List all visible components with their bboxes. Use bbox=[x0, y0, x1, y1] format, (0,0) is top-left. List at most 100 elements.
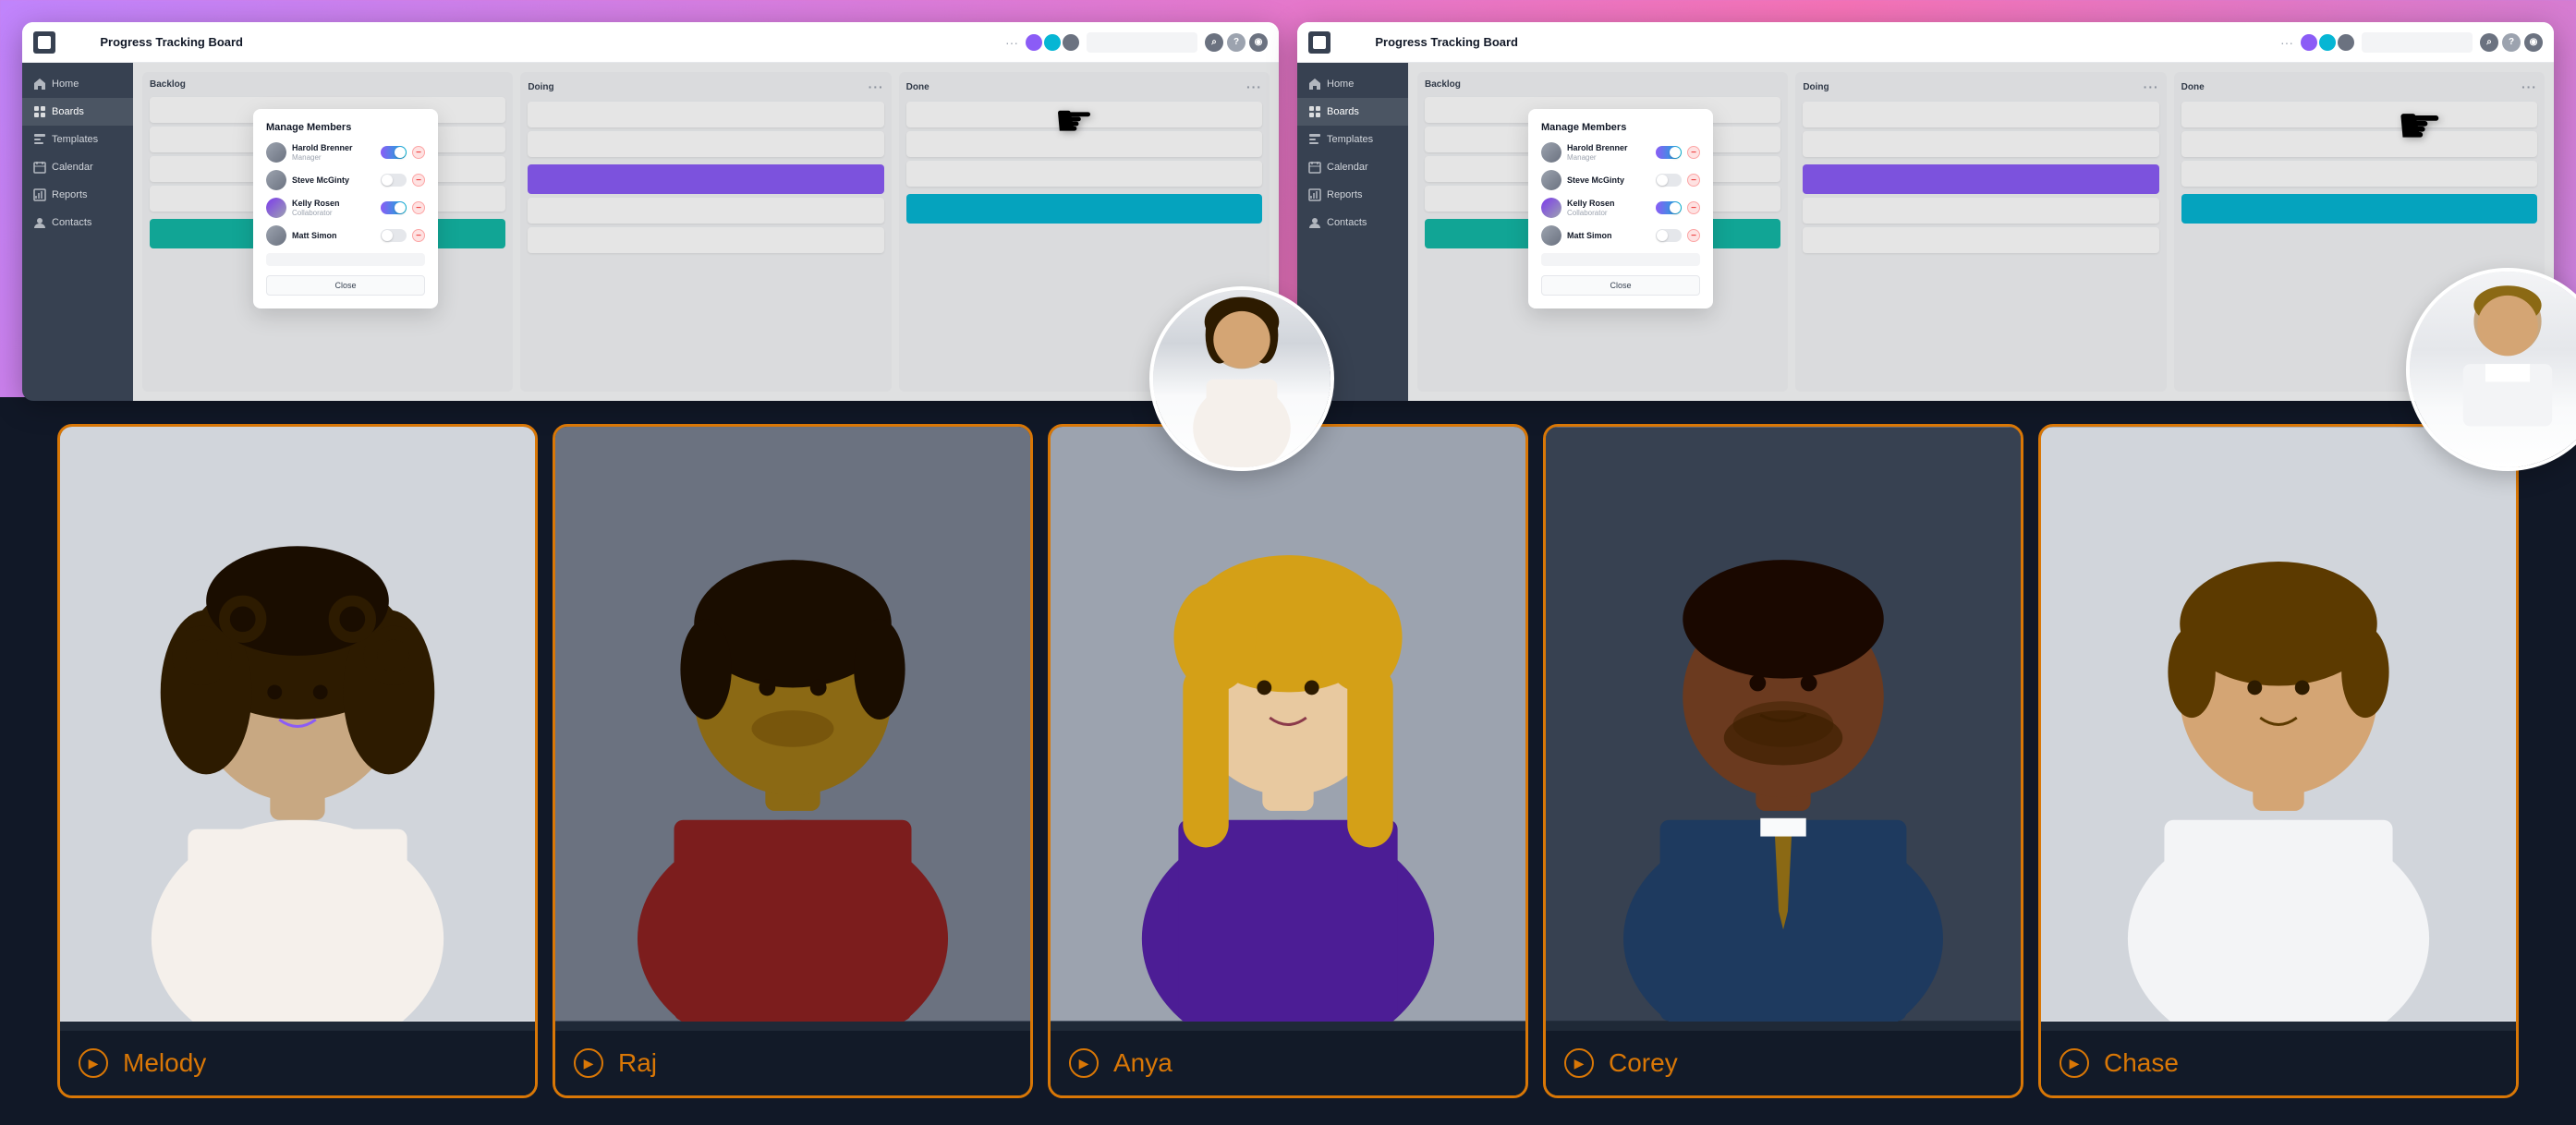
sidebar-item-calendar-left[interactable]: Calendar bbox=[22, 153, 133, 181]
toggle-matt-left[interactable] bbox=[381, 229, 407, 242]
modal-close-btn-left[interactable]: Close bbox=[266, 275, 425, 296]
toggle-switch-matt-left[interactable] bbox=[381, 229, 407, 242]
sidebar-item-home-left[interactable]: Home bbox=[22, 70, 133, 98]
search-icon-right[interactable]: ⌕ bbox=[2480, 33, 2498, 52]
person-card-anya[interactable]: ▶ Anya bbox=[1048, 424, 1528, 1098]
manage-members-modal-right: Manage Members Harold Brenner Manager bbox=[1528, 109, 1713, 308]
top-section: ACME Progress Tracking Board ··· ⌕ ? ◉ bbox=[0, 0, 2576, 397]
sidebar-item-reports-left[interactable]: Reports bbox=[22, 181, 133, 209]
help-icon-right[interactable]: ? bbox=[2502, 33, 2521, 52]
person-card-melody[interactable]: ▶ Melody bbox=[57, 424, 538, 1098]
toggle-steve-left[interactable] bbox=[381, 174, 407, 187]
person-name-melody: Melody bbox=[123, 1048, 206, 1078]
toggle-switch-kelly-right[interactable] bbox=[1656, 201, 1682, 214]
board-dots-right[interactable]: ··· bbox=[2280, 35, 2293, 50]
sidebar-label-boards-right: Boards bbox=[1327, 106, 1359, 117]
toggle-kelly-right[interactable] bbox=[1656, 201, 1682, 214]
remove-matt-right[interactable]: − bbox=[1687, 229, 1700, 242]
remove-steve-left[interactable]: − bbox=[412, 174, 425, 187]
member-row-matt-left: Matt Simon − bbox=[266, 225, 425, 246]
sidebar-label-reports-left: Reports bbox=[52, 189, 88, 200]
person-card-corey[interactable]: ▶ Corey bbox=[1543, 424, 2023, 1098]
app-header-left: ACME Progress Tracking Board ··· ⌕ ? ◉ bbox=[22, 22, 1279, 63]
remove-kelly-right[interactable]: − bbox=[1687, 201, 1700, 214]
sidebar-item-templates-right[interactable]: Templates bbox=[1297, 126, 1408, 153]
member-role-kelly-left: Collaborator bbox=[292, 209, 375, 217]
sidebar-item-contacts-right[interactable]: Contacts bbox=[1297, 209, 1408, 236]
header-avatars-right bbox=[2301, 34, 2354, 51]
member-name-steve-left: Steve McGinty bbox=[292, 175, 375, 186]
toggle-switch-matt-right[interactable] bbox=[1656, 229, 1682, 242]
modal-overlay-right: Manage Members Harold Brenner Manager bbox=[1408, 63, 2554, 401]
sidebar-item-reports-right[interactable]: Reports bbox=[1297, 181, 1408, 209]
main-board-right: Backlog Doing ··· bbox=[1408, 63, 2554, 401]
toggle-switch-steve-right[interactable] bbox=[1656, 174, 1682, 187]
toggle-matt-right[interactable] bbox=[1656, 229, 1682, 242]
member-role-harold-left: Manager bbox=[292, 153, 375, 162]
remove-harold-left[interactable]: − bbox=[412, 146, 425, 159]
header-icons-left: ⌕ ? ◉ bbox=[1205, 33, 1268, 52]
play-icon-corey[interactable]: ▶ bbox=[1564, 1048, 1594, 1078]
sidebar-item-templates-left[interactable]: Templates bbox=[22, 126, 133, 153]
member-name-kelly-right: Kelly Rosen bbox=[1567, 199, 1650, 209]
sidebar-label-boards-left: Boards bbox=[52, 106, 84, 117]
toggle-harold-left[interactable] bbox=[381, 146, 407, 159]
sidebar-item-contacts-left[interactable]: Contacts bbox=[22, 209, 133, 236]
toggle-switch-harold-left[interactable] bbox=[381, 146, 407, 159]
user-icon-left[interactable]: ◉ bbox=[1249, 33, 1268, 52]
member-avatar-harold-left bbox=[266, 142, 286, 163]
play-icon-melody[interactable]: ▶ bbox=[79, 1048, 108, 1078]
board-dots-left[interactable]: ··· bbox=[1005, 35, 1018, 50]
person-card-raj[interactable]: ▶ Raj bbox=[553, 424, 1033, 1098]
member-row-matt-right: Matt Simon − bbox=[1541, 225, 1700, 246]
sidebar-label-templates-left: Templates bbox=[52, 134, 98, 145]
sidebar-item-calendar-right[interactable]: Calendar bbox=[1297, 153, 1408, 181]
member-info-steve-right: Steve McGinty bbox=[1567, 175, 1650, 186]
sidebar-label-contacts-left: Contacts bbox=[52, 217, 91, 228]
toggle-harold-right[interactable] bbox=[1656, 146, 1682, 159]
sidebar-item-boards-left[interactable]: Boards bbox=[22, 98, 133, 126]
search-icon-left[interactable]: ⌕ bbox=[1205, 33, 1223, 52]
toggle-switch-harold-right[interactable] bbox=[1656, 146, 1682, 159]
remove-steve-right[interactable]: − bbox=[1687, 174, 1700, 187]
toggle-switch-kelly-left[interactable] bbox=[381, 201, 407, 214]
header-icons-right: ⌕ ? ◉ bbox=[2480, 33, 2543, 52]
remove-kelly-left[interactable]: − bbox=[412, 201, 425, 214]
member-row-steve-right: Steve McGinty − bbox=[1541, 170, 1700, 190]
person-card-chase[interactable]: ▶ Chase bbox=[2038, 424, 2519, 1098]
sidebar-label-calendar-left: Calendar bbox=[52, 162, 93, 173]
remove-matt-left[interactable]: − bbox=[412, 229, 425, 242]
screen-right: ACME Progress Tracking Board ··· ⌕ ? ◉ bbox=[1297, 22, 2554, 397]
sidebar-label-contacts-right: Contacts bbox=[1327, 217, 1367, 228]
play-icon-chase[interactable]: ▶ bbox=[2060, 1048, 2089, 1078]
member-name-steve-right: Steve McGinty bbox=[1567, 175, 1650, 186]
bottom-section: ▶ Melody bbox=[0, 397, 2576, 1125]
toggle-switch-steve-left[interactable] bbox=[381, 174, 407, 187]
modal-close-btn-right[interactable]: Close bbox=[1541, 275, 1700, 296]
sidebar-item-home-right[interactable]: Home bbox=[1297, 70, 1408, 98]
sidebar-item-boards-right[interactable]: Boards bbox=[1297, 98, 1408, 126]
toggle-kelly-left[interactable] bbox=[381, 201, 407, 214]
user-icon-right[interactable]: ◉ bbox=[2524, 33, 2543, 52]
add-member-placeholder-right bbox=[1541, 253, 1700, 266]
board-title-left: Progress Tracking Board bbox=[100, 35, 998, 49]
search-bar-left[interactable] bbox=[1087, 32, 1197, 53]
board-title-right: Progress Tracking Board bbox=[1375, 35, 2273, 49]
toggle-steve-right[interactable] bbox=[1656, 174, 1682, 187]
member-role-kelly-right: Collaborator bbox=[1567, 209, 1650, 217]
sidebar-label-home-right: Home bbox=[1327, 79, 1354, 90]
person-figure-chase bbox=[2041, 427, 2516, 1022]
play-icon-anya[interactable]: ▶ bbox=[1069, 1048, 1099, 1078]
person-label-chase: ▶ Chase bbox=[2041, 1031, 2516, 1095]
add-member-placeholder-left bbox=[266, 253, 425, 266]
acme-label-right: ACME bbox=[1338, 37, 1367, 48]
member-info-matt-right: Matt Simon bbox=[1567, 231, 1650, 241]
play-icon-raj[interactable]: ▶ bbox=[574, 1048, 603, 1078]
remove-harold-right[interactable]: − bbox=[1687, 146, 1700, 159]
help-icon-left[interactable]: ? bbox=[1227, 33, 1245, 52]
search-bar-right[interactable] bbox=[2362, 32, 2473, 53]
member-avatar-harold-right bbox=[1541, 142, 1561, 163]
member-row-steve-left: Steve McGinty − bbox=[266, 170, 425, 190]
member-avatar-matt-right bbox=[1541, 225, 1561, 246]
person-figure-raj bbox=[555, 427, 1030, 1022]
